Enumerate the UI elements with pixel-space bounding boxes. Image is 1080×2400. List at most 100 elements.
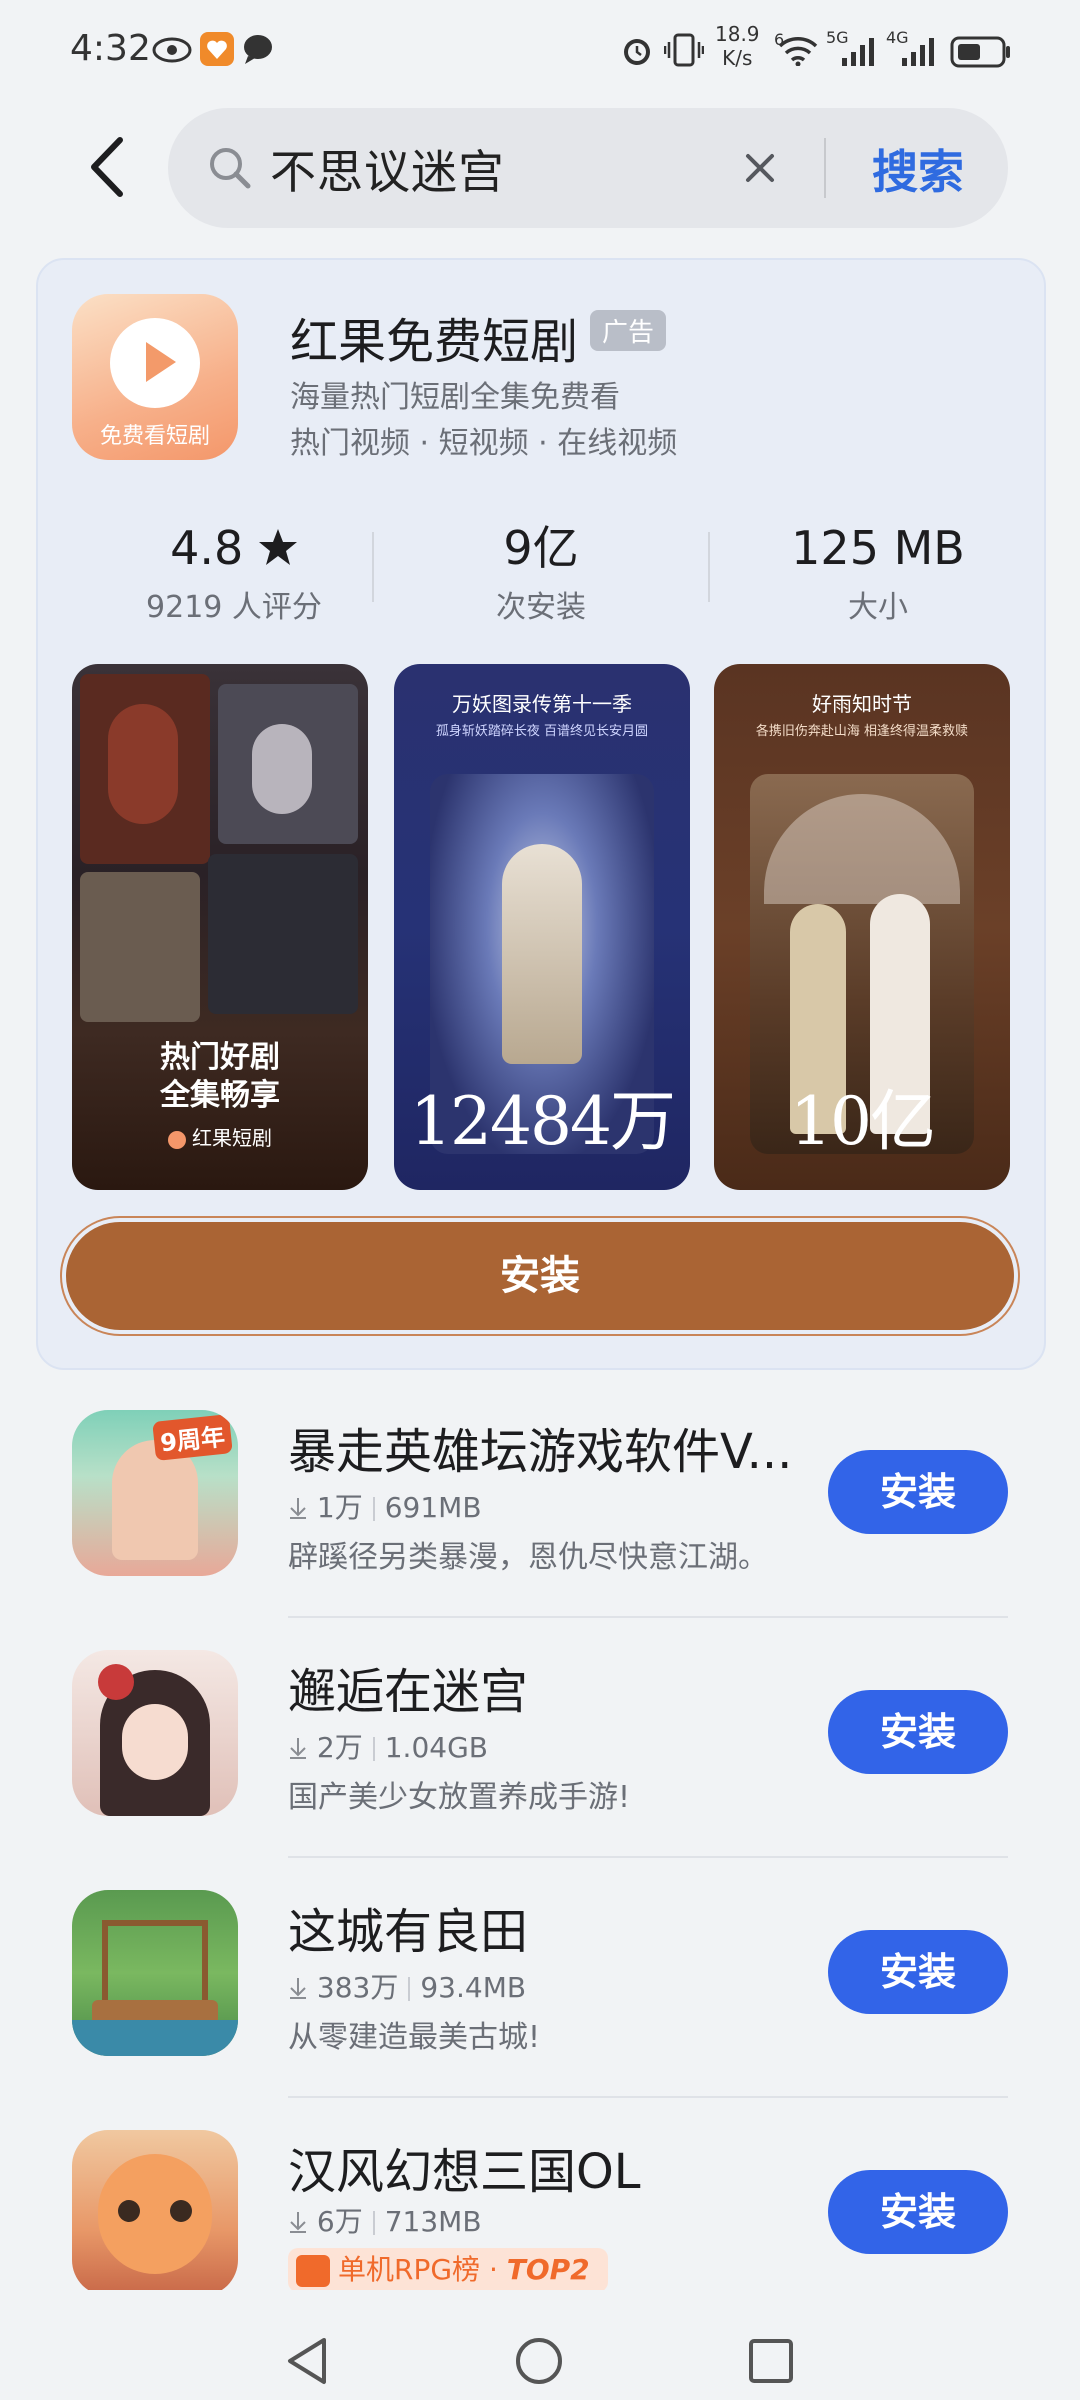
installs-value: 9亿 [503,521,579,575]
app-size: 713MB [384,2205,482,2238]
download-count: 1万 [316,1491,363,1524]
app-icon[interactable] [72,1650,238,1816]
water-strip [72,2020,238,2056]
install-button[interactable]: 安装 [828,1690,1008,1774]
dragon-eye [170,2200,192,2222]
wooden-frame [102,1920,208,2010]
list-item[interactable]: 这城有良田 383万 93.4MB 从零建造最美古城! 安装 [0,1890,1080,2130]
anniversary-badge: 9周年 [152,1414,233,1461]
list-item[interactable]: 邂逅在迷宫 2万 1.04GB 国产美少女放置养成手游! 安装 [0,1650,1080,1890]
trophy-icon [296,2255,330,2287]
screenshot-2[interactable]: 万妖图录传第十一季 孤身斩妖踏碎长夜 百谱终见长安月圆 12484万 [394,664,690,1190]
app-icon[interactable]: 9周年 [72,1410,238,1576]
alarm-icon [624,39,650,65]
screenshot-1-brand-text: 红果短剧 [192,1126,272,1150]
screenshot-3[interactable]: 好雨知时节 各携旧伤奔赴山海 相逢终得温柔救赎 10亿 [714,664,1010,1190]
list-item[interactable]: 9周年 暴走英雄坛游戏软件V... 1万 691MB 辟蹊径另类暴漫，恩仇尽快意江… [0,1410,1080,1650]
app-description: 辟蹊径另类暴漫，恩仇尽快意江湖。 [288,1540,768,1575]
app-size: 93.4MB [420,1971,527,2004]
app-meta: 2万 1.04GB [288,1726,488,1766]
search-icon [210,148,251,189]
ad-icon-text: 免费看短剧 [99,424,210,449]
network-speed: 18.9 K/s [715,22,760,70]
nav-home-icon[interactable] [514,2336,564,2386]
rating-count: 9219 人评分 [146,590,322,625]
app-icon[interactable] [72,1890,238,2056]
app-name[interactable]: 汉风幻想三国OL [288,2132,641,2202]
app-name[interactable]: 邂逅在迷宫 [288,1652,528,1722]
signal-bars-icon [842,38,874,66]
screenshot-2-title: 万妖图录传第十一季 [452,692,632,716]
download-count: 2万 [316,1731,363,1764]
app-size: 691MB [384,1491,482,1524]
download-icon [290,1738,306,1759]
rank-label: 单机RPG榜 · [338,2253,507,2286]
play-icon [110,318,200,408]
rating-stat: 4.8 9219 人评分 [74,518,394,626]
search-divider [824,138,826,198]
size-value: 125 MB [791,521,965,575]
screenshot-2-number: 12484万 [410,1083,676,1160]
stat-separator [372,532,374,602]
ad-description: 海量热门短剧全集免费看 [290,380,620,415]
app-meta: 6万 713MB [288,2200,482,2240]
app-size: 1.04GB [384,1731,488,1764]
rank-badge[interactable]: 单机RPG榜 · TOP2 [288,2248,608,2290]
search-input[interactable]: 不思议迷宫 [270,136,505,202]
rose-decoration [98,1664,134,1700]
battery-icon [950,36,1010,68]
navigation-bar [0,2290,1080,2400]
screenshot-3-number: 10亿 [790,1083,936,1160]
nav-recents-icon[interactable] [746,2336,796,2386]
clear-icon[interactable] [736,144,784,192]
ad-app-icon[interactable]: 免费看短剧 [72,294,238,460]
installs-stat: 9亿 次安装 [381,518,701,626]
ad-card[interactable]: 免费看短剧 红果免费短剧 广告 海量热门短剧全集免费看 热门视频 · 短视频 ·… [36,258,1046,1370]
download-count: 383万 [316,1971,399,2004]
install-button[interactable]: 安装 [828,1450,1008,1534]
star-icon [258,529,297,565]
app-name[interactable]: 暴走英雄坛游戏软件V... [288,1412,792,1482]
app-description: 从零建造最美古城! [288,2020,541,2055]
installs-label: 次安装 [496,590,586,625]
message-icon [244,35,272,64]
screenshot-3-subtitle: 各携旧伤奔赴山海 相逢终得温柔救赎 [755,724,969,739]
ad-app-name[interactable]: 红果免费短剧 [290,302,578,372]
vibrate-icon [664,33,704,67]
screenshot-1[interactable]: 热门好剧 全集畅享 红果短剧 [72,664,368,1190]
character-face [122,1704,188,1780]
rank-top: TOP2 [506,2253,590,2286]
download-icon [290,2212,306,2233]
status-time: 4:32 [70,28,151,69]
app-description: 国产美少女放置养成手游! [288,1780,631,1815]
brand-logo-icon [168,1130,186,1149]
network-speed-value: 18.9 [715,22,760,46]
list-item[interactable]: 汉风幻想三国OL 6万 713MB 单机RPG榜 · TOP2 安装 [0,2130,1080,2290]
umbrella-shape [764,794,960,904]
nav-back-icon[interactable] [282,2334,332,2388]
install-button[interactable]: 安装 [828,2170,1008,2254]
screenshot-1-brand: 红果短剧 [72,1122,368,1151]
dragon-head [98,2154,212,2274]
app-icon[interactable] [72,2130,238,2290]
app-name[interactable]: 这城有良田 [288,1892,528,1962]
screenshot-3-title: 好雨知时节 [812,692,912,716]
divider [288,1616,1008,1618]
search-button[interactable]: 搜索 [872,136,964,202]
screenshot-2-subtitle: 孤身斩妖踏碎长夜 百谱终见长安月圆 [435,724,649,739]
status-bar: 4:32 18.9 K/s 6 5G 4G [0,0,1080,100]
ad-install-button[interactable]: 安装 [66,1222,1014,1330]
download-icon [290,1978,306,1999]
wifi-icon [778,37,818,66]
install-button[interactable]: 安装 [828,1930,1008,2014]
app-meta: 1万 691MB [288,1486,482,1526]
character-figure [112,1440,198,1560]
search-bar[interactable]: 不思议迷宫 搜索 [168,108,1008,228]
divider [288,1856,1008,1858]
size-stat: 125 MB 大小 [718,518,1038,626]
back-arrow-icon[interactable] [80,132,140,202]
signal-bars-2-icon [902,38,934,66]
download-count: 6万 [316,2205,363,2238]
app-notification-icon [200,32,234,66]
size-label: 大小 [848,590,908,625]
